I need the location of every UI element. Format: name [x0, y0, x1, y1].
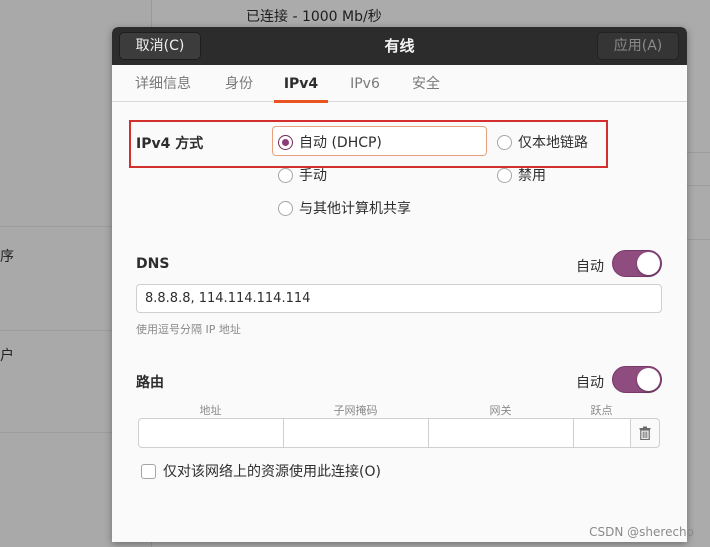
tab-details[interactable]: 详细信息 — [123, 65, 203, 102]
row-divider — [686, 239, 710, 240]
cancel-button[interactable]: 取消(C) — [119, 32, 201, 60]
radio-unselected-icon — [278, 200, 293, 216]
radio-label: 仅本地链路 — [518, 135, 588, 151]
dns-auto-toggle[interactable] — [612, 250, 662, 277]
route-gateway-input[interactable] — [428, 418, 574, 448]
trash-icon — [639, 426, 651, 440]
delete-route-button[interactable] — [630, 418, 660, 448]
dns-servers-input[interactable]: 8.8.8.8, 114.114.114.114 — [136, 284, 662, 313]
tab-identity[interactable]: 身份 — [216, 65, 262, 102]
radio-link-local-only[interactable]: 仅本地链路 — [497, 132, 588, 152]
dns-label: DNS — [136, 256, 170, 272]
dns-hint: 使用逗号分隔 IP 地址 — [136, 323, 241, 336]
connection-status: 已连接 - 1000 Mb/秒 — [246, 9, 382, 25]
tab-security[interactable]: 安全 — [403, 65, 449, 102]
radio-shared[interactable]: 与其他计算机共享 — [278, 198, 411, 218]
row-divider — [686, 185, 710, 186]
routes-auto-label: 自动 — [576, 375, 604, 391]
dns-auto-label: 自动 — [576, 259, 604, 275]
checkbox-unchecked-icon — [141, 463, 156, 479]
routes-label: 路由 — [136, 375, 164, 391]
column-header-metric: 跃点 — [590, 404, 613, 417]
checkbox-label: 仅对该网络上的资源使用此连接(O) — [163, 464, 381, 480]
radio-unselected-icon — [497, 167, 512, 183]
tab-bar: 详细信息 身份 IPv4 IPv6 安全 — [112, 65, 687, 103]
sidebar-item-fragment: 序 — [0, 249, 14, 265]
column-header-address: 地址 — [199, 404, 222, 417]
apply-button[interactable]: 应用(A) — [597, 32, 679, 60]
only-local-resources-checkbox[interactable]: 仅对该网络上的资源使用此连接(O) — [141, 461, 381, 481]
route-address-input[interactable] — [138, 418, 284, 448]
toggle-knob — [637, 368, 660, 391]
route-netmask-input[interactable] — [283, 418, 429, 448]
row-divider — [686, 152, 710, 153]
route-metric-input[interactable] — [573, 418, 631, 448]
tab-ipv6[interactable]: IPv6 — [340, 65, 390, 102]
radio-unselected-icon — [278, 167, 293, 183]
ipv4-method-label: IPv4 方式 — [136, 136, 204, 152]
dialog-titlebar: 取消(C) 有线 应用(A) — [112, 27, 687, 65]
column-header-netmask: 子网掩码 — [333, 404, 378, 417]
radio-unselected-icon — [497, 134, 512, 150]
radio-label: 与其他计算机共享 — [299, 201, 411, 217]
tab-ipv4[interactable]: IPv4 — [274, 65, 328, 103]
routes-auto-toggle[interactable] — [612, 366, 662, 393]
radio-label: 禁用 — [518, 168, 546, 184]
column-header-gateway: 网关 — [489, 404, 512, 417]
sidebar-item-fragment: 户 — [0, 348, 14, 364]
radio-manual[interactable]: 手动 — [278, 165, 327, 185]
radio-auto-dhcp[interactable]: 自动 (DHCP) — [278, 132, 382, 152]
radio-disabled[interactable]: 禁用 — [497, 165, 546, 185]
radio-selected-icon — [278, 134, 293, 150]
toggle-knob — [637, 252, 660, 275]
radio-label: 自动 (DHCP) — [299, 135, 382, 151]
watermark: CSDN @sherecho — [589, 525, 694, 539]
wired-settings-dialog: 取消(C) 有线 应用(A) 详细信息 身份 IPv4 IPv6 安全 IPv4… — [112, 27, 687, 542]
radio-label: 手动 — [299, 168, 327, 184]
